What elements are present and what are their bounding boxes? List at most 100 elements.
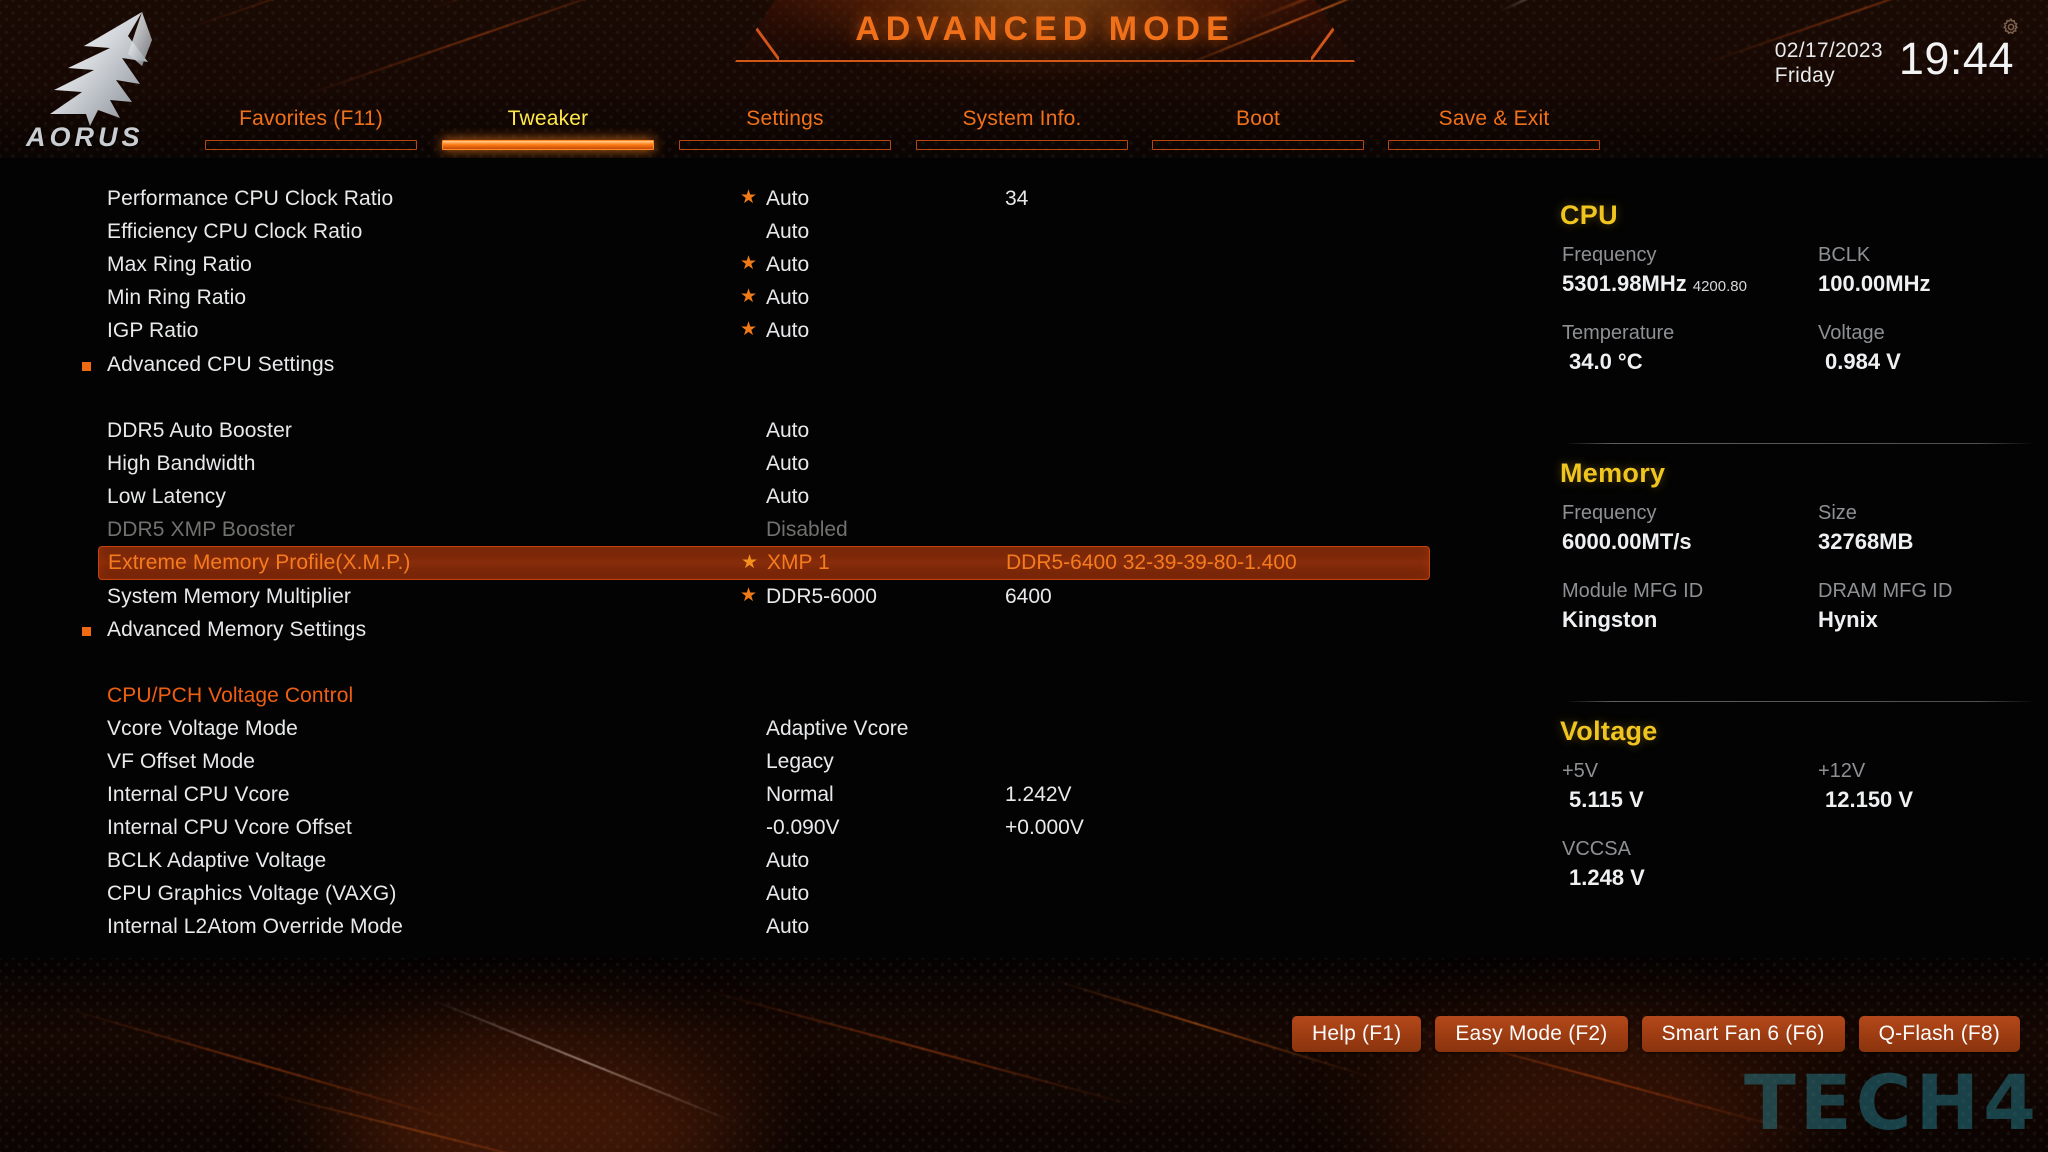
memory-frequency: Frequency 6000.00MT/s [1562, 499, 1692, 557]
memory-panel: Memory Frequency 6000.00MT/s Size 32768M… [1560, 458, 2048, 639]
memory-size-value: 32768MB [1818, 529, 1914, 554]
cpu-bclk: BCLK 100.00MHz [1818, 241, 1931, 299]
setting-row-internal-l2atom-override-mode[interactable]: Internal L2Atom Override Mode Auto [0, 910, 1560, 943]
tab-label: Settings [746, 107, 824, 130]
memory-size: Size 32768MB [1818, 499, 1913, 557]
setting-row-bclk-adaptive-voltage[interactable]: BCLK Adaptive Voltage Auto [0, 844, 1560, 877]
tab-underline [679, 140, 891, 150]
setting-value-secondary: 34 [1005, 186, 1029, 210]
memory-module-mfg: Module MFG ID Kingston [1562, 577, 1703, 635]
tab-system-info[interactable]: System Info. [916, 104, 1128, 158]
setting-row-max-ring-ratio[interactable]: Max Ring Ratio ★ Auto [0, 248, 1560, 281]
help-button[interactable]: Help (F1) [1291, 1016, 1422, 1052]
setting-value-secondary: DDR5-6400 32-39-39-80-1.400 [1006, 551, 1297, 574]
cpu-voltage-value: 0.984 V [1825, 349, 1901, 374]
setting-label: Advanced CPU Settings [107, 352, 335, 376]
voltage-5v-value: 5.115 V [1569, 787, 1644, 812]
voltage-12v-label: +12V [1818, 760, 1866, 782]
setting-row-extreme-memory-profile[interactable]: Extreme Memory Profile(X.M.P.) ★ XMP 1 D… [98, 546, 1430, 580]
tab-favorites[interactable]: Favorites (F11) [205, 104, 417, 158]
setting-label: Efficiency CPU Clock Ratio [107, 219, 363, 243]
setting-value: Auto [766, 451, 810, 475]
tab-underline [1388, 140, 1600, 150]
q-flash-button[interactable]: Q-Flash (F8) [1858, 1016, 2020, 1052]
setting-label: IGP Ratio [107, 318, 199, 342]
setting-row-min-ring-ratio[interactable]: Min Ring Ratio ★ Auto [0, 281, 1560, 314]
setting-value: Auto [766, 484, 810, 508]
setting-row-system-memory-multiplier[interactable]: System Memory Multiplier ★ DDR5-6000 640… [0, 580, 1560, 613]
cpu-panel: CPU Frequency 5301.98MHz 4200.80 BCLK 100… [1560, 200, 2048, 381]
setting-value: Normal [766, 782, 834, 806]
settings-list: Performance CPU Clock Ratio ★ Auto 34 Ef… [0, 158, 1560, 959]
setting-label: Performance CPU Clock Ratio [107, 186, 394, 210]
setting-row-ddr5-auto-booster[interactable]: DDR5 Auto Booster Auto [0, 414, 1560, 447]
setting-value: Auto [766, 914, 810, 938]
setting-row-internal-cpu-vcore-offset[interactable]: Internal CPU Vcore Offset -0.090V +0.000… [0, 811, 1560, 844]
function-key-toolbar: Help (F1) Easy Mode (F2) Smart Fan 6 (F6… [1291, 1016, 2020, 1052]
setting-row-efficiency-cpu-clock-ratio[interactable]: Efficiency CPU Clock Ratio Auto [0, 215, 1560, 248]
tab-boot[interactable]: Boot [1152, 104, 1364, 158]
section-label: CPU/PCH Voltage Control [107, 683, 354, 707]
setting-row-cpu-graphics-voltage-vaxg[interactable]: CPU Graphics Voltage (VAXG) Auto [0, 877, 1560, 910]
cpu-bclk-value: 100.00MHz [1818, 271, 1931, 296]
submenu-bullet-icon [82, 627, 91, 636]
tab-underline [916, 140, 1128, 150]
smart-fan-6-button[interactable]: Smart Fan 6 (F6) [1641, 1016, 1845, 1052]
submenu-row-advanced-memory-settings[interactable]: Advanced Memory Settings [0, 613, 1560, 646]
tab-label: Favorites (F11) [239, 107, 383, 130]
cpu-temperature-label: Temperature [1562, 322, 1675, 344]
cpu-voltage-label: Voltage [1818, 322, 1885, 344]
setting-row-low-latency[interactable]: Low Latency Auto [0, 480, 1560, 513]
favorite-star-icon: ★ [741, 552, 759, 573]
voltage-panel: Voltage +5V 5.115 V +12V 12.150 V VCCSA … [1560, 716, 2048, 897]
setting-value: Auto [766, 219, 810, 243]
setting-label: DDR5 Auto Booster [107, 418, 292, 442]
setting-value: Auto [766, 881, 810, 905]
setting-row-internal-cpu-vcore[interactable]: Internal CPU Vcore Normal 1.242V [0, 778, 1560, 811]
favorite-star-icon: ★ [740, 319, 758, 340]
setting-value: XMP 1 [767, 551, 830, 574]
setting-value-secondary: 1.242V [1005, 782, 1072, 806]
memory-size-label: Size [1818, 502, 1857, 524]
tab-settings[interactable]: Settings [679, 104, 891, 158]
tab-tweaker[interactable]: Tweaker [442, 104, 654, 158]
sidebar-divider-2 [1565, 701, 2035, 702]
bios-advanced-mode-screen: AORUS ADVANCED MODE 02/17/2023 Friday 19… [0, 0, 2048, 1152]
current-time: 19:44 [1898, 33, 2014, 84]
easy-mode-button[interactable]: Easy Mode (F2) [1435, 1016, 1628, 1052]
cpu-bclk-label: BCLK [1818, 244, 1871, 266]
tab-label: System Info. [962, 107, 1082, 130]
footer-hex-texture [0, 958, 2048, 1152]
gear-icon[interactable] [2002, 18, 2020, 36]
setting-value: Disabled [766, 517, 848, 541]
current-date: 02/17/2023 [1774, 39, 1883, 62]
memory-dram-mfg-label: DRAM MFG ID [1818, 580, 1953, 602]
setting-value: Auto [766, 186, 810, 210]
datetime-display: 02/17/2023 Friday 19:44 [1775, 34, 2014, 88]
setting-label: VF Offset Mode [107, 749, 256, 773]
setting-row-high-bandwidth[interactable]: High Bandwidth Auto [0, 447, 1560, 480]
setting-label: High Bandwidth [107, 451, 256, 475]
setting-row-igp-ratio[interactable]: IGP Ratio ★ Auto [0, 314, 1560, 347]
setting-row-vf-offset-mode[interactable]: VF Offset Mode Legacy [0, 745, 1560, 778]
setting-label: Internal CPU Vcore [107, 782, 290, 806]
date-column: 02/17/2023 Friday [1775, 34, 1883, 88]
setting-value: DDR5-6000 [766, 584, 877, 608]
memory-module-mfg-value: Kingston [1562, 607, 1658, 632]
submenu-row-advanced-cpu-settings[interactable]: Advanced CPU Settings [0, 348, 1560, 381]
setting-label: Internal CPU Vcore Offset [107, 815, 352, 839]
voltage-vccsa-label: VCCSA [1562, 838, 1631, 860]
tab-underline [205, 140, 417, 150]
setting-value: Adaptive Vcore [766, 716, 909, 740]
favorite-star-icon: ★ [740, 286, 758, 307]
setting-row-performance-cpu-clock-ratio[interactable]: Performance CPU Clock Ratio ★ Auto 34 [0, 182, 1560, 215]
favorite-star-icon: ★ [740, 585, 758, 606]
voltage-5v-label: +5V [1562, 760, 1599, 782]
tab-save-exit[interactable]: Save & Exit [1388, 104, 1600, 158]
setting-row-vcore-voltage-mode[interactable]: Vcore Voltage Mode Adaptive Vcore [0, 712, 1560, 745]
hardware-monitor-sidebar: CPU Frequency 5301.98MHz 4200.80 BCLK 100… [1560, 200, 2048, 960]
page-title: ADVANCED MODE [855, 10, 1235, 48]
setting-value: Auto [766, 318, 810, 342]
setting-label: Max Ring Ratio [107, 252, 252, 276]
memory-frequency-label: Frequency [1562, 502, 1657, 524]
